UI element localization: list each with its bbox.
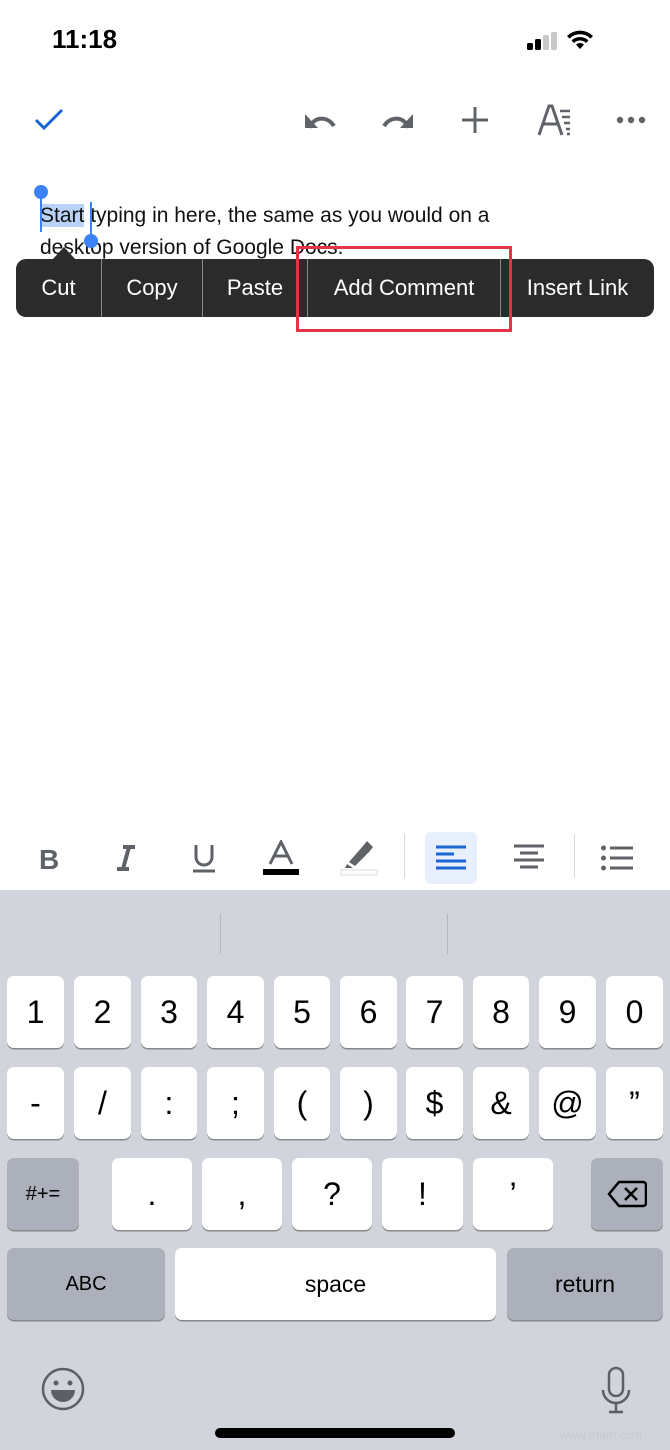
key-question[interactable]: ? (292, 1158, 372, 1230)
undo-icon[interactable] (298, 98, 342, 142)
document-line-1: Start typing in here, the same as you wo… (40, 204, 490, 227)
emoji-icon (41, 1367, 85, 1411)
microphone-icon (601, 1366, 631, 1414)
align-left-icon (436, 845, 466, 870)
key-8[interactable]: 8 (473, 976, 529, 1048)
delete-button[interactable] (591, 1158, 663, 1230)
suggestion-divider (220, 914, 221, 954)
align-center-icon (514, 844, 544, 869)
selection-start-bar (40, 198, 42, 232)
menu-item-copy[interactable]: Copy (102, 259, 202, 317)
key-0[interactable]: 0 (606, 976, 663, 1048)
toolbar-divider (404, 834, 405, 878)
svg-text:B: B (39, 845, 59, 871)
key-2[interactable]: 2 (74, 976, 131, 1048)
key-slash[interactable]: / (74, 1067, 131, 1139)
menu-item-paste[interactable]: Paste (203, 259, 307, 317)
key-9[interactable]: 9 (539, 976, 596, 1048)
highlight-color-button[interactable] (333, 832, 385, 884)
key-comma[interactable]: , (202, 1158, 282, 1230)
key-close-paren[interactable]: ) (340, 1067, 397, 1139)
format-toolbar: B (0, 826, 670, 890)
highlighter-icon (340, 841, 378, 876)
key-5[interactable]: 5 (274, 976, 330, 1048)
suggestion-divider (447, 914, 448, 954)
emoji-button[interactable] (41, 1367, 85, 1411)
key-dollar[interactable]: $ (406, 1067, 463, 1139)
keyboard: 1 2 3 4 5 6 7 8 9 0 - / : ; ( ) $ & @ ” … (0, 890, 670, 1450)
underline-button[interactable] (178, 832, 230, 884)
key-hyphen[interactable]: - (7, 1067, 64, 1139)
key-colon[interactable]: : (141, 1067, 197, 1139)
text-color-icon (263, 840, 299, 875)
key-semicolon[interactable]: ; (207, 1067, 264, 1139)
key-7[interactable]: 7 (406, 976, 463, 1048)
more-options-icon[interactable] (609, 98, 653, 142)
watermark: www.frfam.com (560, 1428, 643, 1442)
key-6[interactable]: 6 (340, 976, 397, 1048)
bulleted-list-icon (601, 845, 633, 871)
bold-icon: B (39, 845, 59, 871)
redo-icon[interactable] (376, 98, 420, 142)
key-more-symbols[interactable]: #+= (7, 1158, 79, 1230)
return-key[interactable]: return (507, 1248, 663, 1320)
selected-text[interactable]: Start (40, 204, 85, 227)
home-indicator[interactable] (215, 1428, 455, 1438)
space-bar[interactable]: space (175, 1248, 496, 1320)
key-abc[interactable]: ABC (7, 1248, 165, 1320)
key-period[interactable]: . (112, 1158, 192, 1230)
menu-item-insert-link[interactable]: Insert Link (501, 259, 654, 317)
backspace-icon (607, 1180, 647, 1208)
underline-icon (193, 845, 215, 873)
selection-end-bar (90, 202, 92, 236)
toolbar-divider (574, 834, 575, 878)
key-open-paren[interactable]: ( (274, 1067, 330, 1139)
align-center-button[interactable] (503, 832, 555, 884)
checkmark-icon[interactable] (27, 98, 71, 142)
status-time: 11:18 (52, 24, 118, 54)
menu-item-cut[interactable]: Cut (16, 259, 101, 317)
text-color-button[interactable] (255, 832, 307, 884)
wifi-icon (566, 28, 594, 50)
annotation-highlight-box (296, 246, 512, 332)
dictation-button[interactable] (600, 1366, 632, 1416)
key-3[interactable]: 3 (141, 976, 197, 1048)
selection-end-handle[interactable] (84, 234, 98, 248)
key-ampersand[interactable]: & (473, 1067, 529, 1139)
selection-start-handle[interactable] (34, 185, 48, 199)
key-4[interactable]: 4 (207, 976, 264, 1048)
key-1[interactable]: 1 (7, 976, 64, 1048)
text-format-icon[interactable] (532, 98, 576, 142)
italic-icon (117, 845, 135, 871)
align-left-button[interactable] (425, 832, 477, 884)
insert-plus-icon[interactable] (453, 98, 497, 142)
key-at[interactable]: @ (539, 1067, 596, 1139)
cellular-signal-icon (527, 32, 561, 50)
key-quote[interactable]: ” (606, 1067, 663, 1139)
key-exclamation[interactable]: ! (382, 1158, 463, 1230)
bold-button[interactable]: B (22, 832, 74, 884)
key-apostrophe[interactable]: ’ (473, 1158, 553, 1230)
italic-button[interactable] (100, 832, 152, 884)
bulleted-list-button[interactable] (591, 832, 643, 884)
